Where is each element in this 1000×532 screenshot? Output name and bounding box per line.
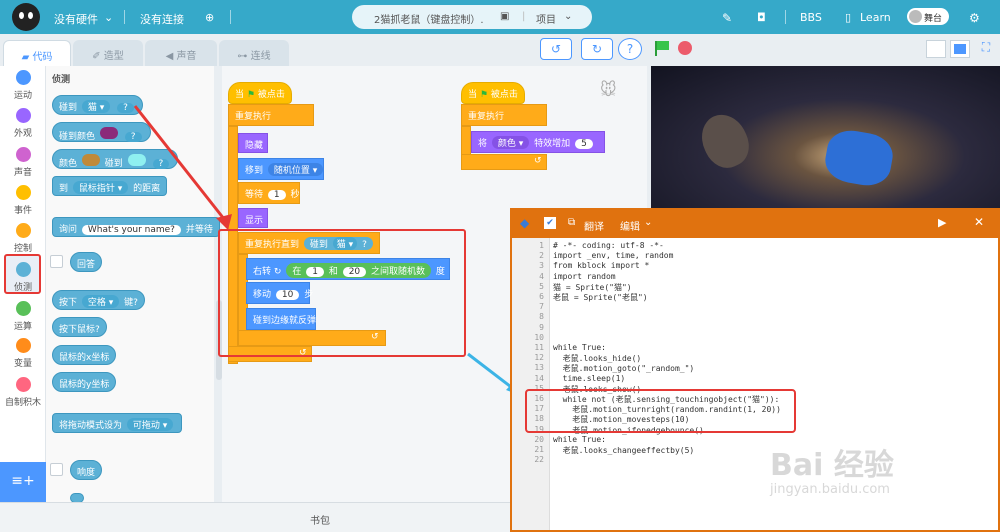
code-line[interactable]: 老鼠.looks_changeeffectby(5): [553, 445, 695, 456]
line-number: 6: [539, 292, 544, 301]
chevron-down-icon[interactable]: ⌄: [644, 217, 652, 228]
line-number: 14: [534, 373, 544, 383]
line-number: 7: [539, 302, 544, 312]
checkbox-icon[interactable]: ✔: [544, 217, 556, 229]
line-number: 2: [539, 251, 544, 261]
line-number: 8: [539, 312, 544, 322]
code-line[interactable]: # -*- coding: utf-8 -*-: [553, 241, 664, 250]
red-arrow: [133, 105, 230, 225]
python-code-window[interactable]: ◆ ✔ ⧉ 翻译 编辑 ⌄ ▶ ✕ 1 2 3 4 5 6 7 8 9 10 11 12 13 14 15 1…: [510, 208, 1000, 532]
code-line[interactable]: from kblock import *: [553, 261, 649, 270]
red-arrow-head: [216, 214, 232, 230]
line-number: 3: [539, 261, 544, 271]
python-icon: ◆: [520, 216, 530, 230]
edit-menu[interactable]: 编辑: [620, 218, 640, 233]
backpack-label: 书包: [310, 516, 330, 527]
code-window-titlebar: ◆ ✔ ⧉ 翻译 编辑 ⌄ ▶ ✕: [512, 210, 998, 238]
line-number: 9: [539, 322, 544, 332]
line-number: 1: [539, 241, 544, 250]
line-number: 12: [534, 353, 544, 363]
code-line[interactable]: while True:: [553, 435, 606, 444]
line-number: 10: [534, 332, 544, 342]
line-number: 20: [534, 434, 544, 444]
translate-button[interactable]: 翻译: [584, 218, 604, 233]
code-line[interactable]: time.sleep(1): [553, 374, 626, 383]
line-number-gutter: 1 2 3 4 5 6 7 8 9 10 11 12 13 14 15 16 17 18 19 20 21 22: [512, 238, 550, 530]
close-icon[interactable]: ✕: [974, 215, 984, 229]
code-line[interactable]: while True:: [553, 343, 606, 352]
code-line[interactable]: 老鼠 = Sprite("老鼠"): [553, 292, 648, 303]
baidu-watermark: Bai 经验: [770, 448, 894, 483]
highlight-box-code: [525, 389, 796, 433]
backpack-bar[interactable]: 书包: [0, 502, 510, 532]
line-number: 22: [534, 455, 544, 465]
code-line[interactable]: import random: [553, 272, 616, 281]
blue-arrow: [467, 352, 516, 392]
translate-icon: ⧉: [568, 217, 576, 228]
line-number: 11: [534, 343, 544, 352]
line-number: 4: [539, 271, 544, 281]
run-icon[interactable]: ▶: [938, 216, 946, 229]
line-number: 13: [534, 363, 544, 373]
line-number: 21: [534, 445, 544, 454]
line-number: 5: [539, 281, 544, 291]
baidu-watermark-url: jingyan.baidu.com: [770, 482, 890, 497]
code-line[interactable]: import _env, time, random: [553, 251, 673, 260]
